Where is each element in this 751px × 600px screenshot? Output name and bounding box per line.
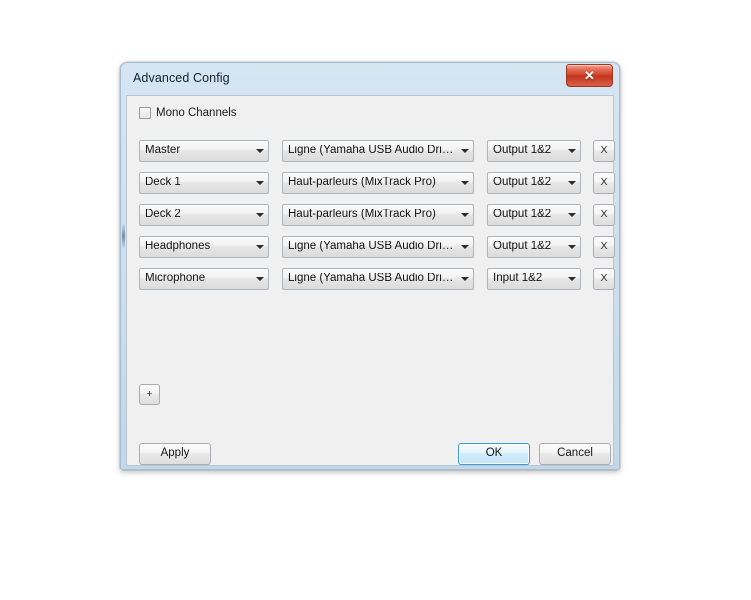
chevron-down-icon[interactable] <box>563 173 580 193</box>
window-title: Advanced Config <box>133 71 230 85</box>
chevron-down-icon[interactable] <box>251 173 268 193</box>
add-row-button[interactable]: + <box>139 384 160 405</box>
port-select-value: Output 1&2 <box>493 240 552 252</box>
remove-row-button[interactable]: X <box>593 171 615 194</box>
channel-select-value: Deck 1 <box>145 176 181 188</box>
port-select-value: Output 1&2 <box>493 176 552 188</box>
chevron-down-icon[interactable] <box>456 173 473 193</box>
device-select-value: Haut-parleurs (MixTrack Pro) <box>288 208 436 220</box>
advanced-config-dialog: Advanced Config ✕ Mono Channels Master Li… <box>120 62 620 470</box>
port-select[interactable]: Output 1&2 <box>487 171 581 194</box>
device-select[interactable]: Haut-parleurs (MixTrack Pro) <box>282 203 474 226</box>
remove-row-button[interactable]: X <box>593 139 615 162</box>
mono-channels-label: Mono Channels <box>156 107 237 119</box>
chevron-down-icon[interactable] <box>563 269 580 289</box>
device-select[interactable]: Haut-parleurs (MixTrack Pro) <box>282 171 474 194</box>
channel-select-value: Master <box>145 144 181 156</box>
port-select[interactable]: Output 1&2 <box>487 235 581 258</box>
chevron-down-icon[interactable] <box>456 269 473 289</box>
channel-select[interactable]: Microphone <box>139 267 269 290</box>
apply-button[interactable]: Apply <box>139 443 211 465</box>
channel-row: Deck 1 Haut-parleurs (MixTrack Pro) Output… <box>139 171 615 194</box>
device-select-value: Ligne (Yamaha USB Audio Driver) <box>288 240 456 252</box>
ok-button[interactable]: OK <box>458 443 530 465</box>
remove-row-button[interactable]: X <box>593 203 615 226</box>
channel-select[interactable]: Headphones <box>139 235 269 258</box>
port-select-value: Output 1&2 <box>493 208 552 220</box>
port-select-value: Output 1&2 <box>493 144 552 156</box>
close-button[interactable]: ✕ <box>566 64 613 87</box>
chevron-down-icon[interactable] <box>456 205 473 225</box>
device-select[interactable]: Ligne (Yamaha USB Audio Driver) <box>282 139 474 162</box>
chevron-down-icon[interactable] <box>456 237 473 257</box>
device-select-value: Ligne (Yamaha USB Audio Driver) <box>288 272 456 284</box>
channel-row: Master Ligne (Yamaha USB Audio Driver) Out… <box>139 139 615 162</box>
port-select[interactable]: Input 1&2 <box>487 267 581 290</box>
channel-select-value: Microphone <box>145 272 206 284</box>
cancel-button[interactable]: Cancel <box>539 443 611 465</box>
device-select[interactable]: Ligne (Yamaha USB Audio Driver) <box>282 235 474 258</box>
channel-row: Microphone Ligne (Yamaha USB Audio Driver… <box>139 267 615 290</box>
channel-select-value: Headphones <box>145 240 211 252</box>
title-bar[interactable]: Advanced Config ✕ <box>126 64 614 95</box>
channel-select[interactable]: Deck 2 <box>139 203 269 226</box>
chevron-down-icon[interactable] <box>456 141 473 161</box>
chevron-down-icon[interactable] <box>251 141 268 161</box>
device-select-value: Haut-parleurs (MixTrack Pro) <box>288 176 436 188</box>
port-select[interactable]: Output 1&2 <box>487 139 581 162</box>
channel-row: Deck 2 Haut-parleurs (MixTrack Pro) Output… <box>139 203 615 226</box>
window-edge-marker <box>122 223 125 249</box>
chevron-down-icon[interactable] <box>563 237 580 257</box>
chevron-down-icon[interactable] <box>251 205 268 225</box>
channel-select[interactable]: Master <box>139 139 269 162</box>
channel-select-value: Deck 2 <box>145 208 181 220</box>
chevron-down-icon[interactable] <box>563 141 580 161</box>
device-select-value: Ligne (Yamaha USB Audio Driver) <box>288 144 456 156</box>
channel-select[interactable]: Deck 1 <box>139 171 269 194</box>
close-icon: ✕ <box>584 68 595 83</box>
channel-row: Headphones Ligne (Yamaha USB Audio Driver… <box>139 235 615 258</box>
remove-row-button[interactable]: X <box>593 235 615 258</box>
chevron-down-icon[interactable] <box>251 269 268 289</box>
chevron-down-icon[interactable] <box>251 237 268 257</box>
port-select[interactable]: Output 1&2 <box>487 203 581 226</box>
channel-rows-list: Master Ligne (Yamaha USB Audio Driver) Out… <box>139 139 615 299</box>
device-select[interactable]: Ligne (Yamaha USB Audio Driver) <box>282 267 474 290</box>
port-select-value: Input 1&2 <box>493 272 543 284</box>
mono-channels-checkbox-row[interactable]: Mono Channels <box>139 107 237 119</box>
dialog-client-area: Mono Channels Master Ligne (Yamaha USB Au… <box>126 95 615 466</box>
mono-channels-checkbox[interactable] <box>139 107 151 119</box>
chevron-down-icon[interactable] <box>563 205 580 225</box>
remove-row-button[interactable]: X <box>593 267 615 290</box>
